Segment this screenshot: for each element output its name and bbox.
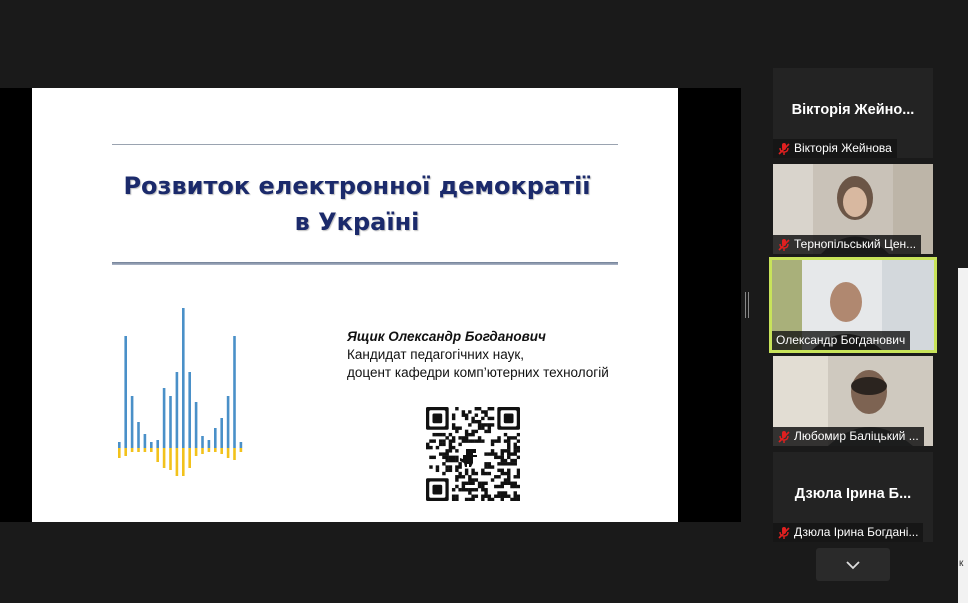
- wave-bar-down: [156, 448, 159, 462]
- slide-title-line-2: в Україні: [294, 208, 420, 236]
- participant-name: Олександр Богданович: [776, 333, 906, 347]
- wave-bar-up: [143, 434, 147, 448]
- participant-tile[interactable]: Любомир Баліцький ...: [773, 356, 933, 446]
- resize-handle[interactable]: [745, 292, 749, 318]
- wave-bar-up: [137, 422, 140, 448]
- wave-bar-down: [188, 448, 191, 468]
- shared-screen: Розвиток електронної демократії в Україн…: [0, 88, 741, 522]
- wave-bar-up: [124, 336, 127, 448]
- wave-bar-down: [220, 448, 223, 454]
- wave-bar-down: [118, 448, 121, 458]
- mic-muted-icon: [778, 142, 790, 155]
- slide-bottom-rule: [112, 262, 618, 265]
- wave-bar-up: [188, 372, 191, 448]
- slide-title-line-1: Розвиток електронної демократії: [123, 172, 591, 200]
- wave-bar-down: [239, 448, 243, 452]
- wave-bar-down: [137, 448, 140, 452]
- participant-display-name: Вікторія Жейно...: [791, 102, 915, 118]
- dino-icon: [460, 449, 477, 467]
- wave-bar-down: [124, 448, 127, 456]
- wave-bar-up: [239, 442, 243, 448]
- wave-bar-up: [233, 336, 236, 448]
- wave-bar-down: [143, 448, 147, 452]
- wave-bar-down: [182, 448, 185, 476]
- participant-tile[interactable]: Дзюла Ірина Б... Дзюла Ірина Богдані...: [773, 452, 933, 542]
- author-name: Ящик Олександр Богданович: [347, 329, 546, 344]
- wave-bar-down: [201, 448, 204, 454]
- wave-bar-up: [169, 396, 172, 448]
- author-block: Ящик Олександр Богданович Кандидат педаг…: [347, 328, 609, 382]
- wave-bar-up: [201, 436, 204, 448]
- gallery-scroll-down-button[interactable]: [816, 548, 890, 581]
- wave-bar-up: [207, 440, 211, 448]
- wave-bar-up: [214, 428, 217, 448]
- participant-tile[interactable]: Вікторія Жейно... Вікторія Жейнова: [773, 68, 933, 158]
- chevron-down-icon: [846, 560, 860, 569]
- wave-bar-up: [226, 396, 230, 448]
- participant-name-label: Дзюла Ірина Богдані...: [773, 523, 924, 542]
- wave-bar-down: [226, 448, 230, 458]
- wave-bar-down: [162, 448, 166, 468]
- participant-tile[interactable]: Тернопільський Цен...: [773, 164, 933, 254]
- wave-bar-down: [207, 448, 211, 452]
- author-position: доцент кафедри комп’ютерних технологій: [347, 365, 609, 380]
- participant-tile-active-speaker[interactable]: Олександр Богданович: [769, 257, 937, 353]
- slide-top-rule: [112, 144, 618, 145]
- wave-bar-up: [156, 440, 159, 448]
- wave-bar-down: [194, 448, 198, 456]
- wave-bar-down: [214, 448, 217, 452]
- participant-name: Любомир Баліцький ...: [794, 429, 919, 443]
- wave-bar-down: [130, 448, 134, 452]
- wave-bar-up: [194, 402, 198, 448]
- side-panel-text: к: [959, 558, 964, 569]
- qr-code-icon: [426, 407, 520, 501]
- mic-muted-icon: [778, 526, 790, 539]
- participant-name: Вікторія Жейнова: [794, 141, 892, 155]
- wave-bar-down: [233, 448, 236, 460]
- wave-bar-up: [162, 388, 166, 448]
- participant-name-label: Вікторія Жейнова: [773, 139, 897, 158]
- wave-bar-up: [130, 396, 134, 448]
- sound-wave-graphic: [118, 308, 243, 476]
- mic-muted-icon: [778, 430, 790, 443]
- presentation-slide: Розвиток електронної демократії в Україн…: [32, 88, 678, 522]
- wave-bar-down: [175, 448, 179, 476]
- side-panel-edge: к: [958, 268, 968, 603]
- wave-bar-down: [169, 448, 172, 470]
- participant-name-label: Любомир Баліцький ...: [773, 427, 924, 446]
- participant-name: Дзюла Ірина Богдані...: [794, 525, 919, 539]
- mic-muted-icon: [778, 238, 790, 251]
- participant-name: Тернопільський Цен...: [794, 237, 917, 251]
- author-degree: Кандидат педагогічних наук,: [347, 347, 524, 362]
- wave-bar-up: [220, 418, 223, 448]
- wave-bar-up: [150, 442, 153, 448]
- slide-title: Розвиток електронної демократії в Україн…: [72, 168, 642, 240]
- participant-name-label: Тернопільський Цен...: [773, 235, 922, 254]
- wave-bar-down: [150, 448, 153, 452]
- wave-bar-up: [182, 308, 185, 448]
- participant-display-name: Дзюла Ірина Б...: [794, 486, 912, 502]
- wave-bar-up: [118, 442, 121, 448]
- wave-bar-up: [175, 372, 179, 448]
- participant-name-label: Олександр Богданович: [772, 331, 911, 350]
